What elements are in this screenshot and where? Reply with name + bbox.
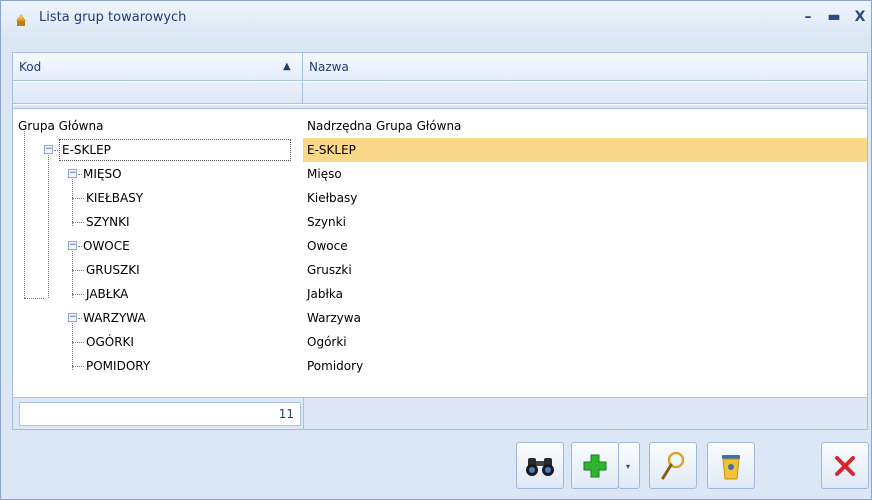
close-button[interactable] <box>821 442 869 489</box>
cell-nazwa: Szynki <box>307 215 346 229</box>
tree-line <box>72 198 84 199</box>
tree-line <box>78 174 82 175</box>
cell-kod: KIEŁBASY <box>13 186 303 210</box>
cell-kod-text: E-SKLEP <box>59 139 291 161</box>
column-header-kod[interactable]: Kod <box>13 53 303 81</box>
column-header-kod-label: Kod <box>19 60 42 74</box>
tree-line <box>78 246 82 247</box>
cell-kod-text: POMIDORY <box>86 359 151 373</box>
grid-divider <box>13 105 867 109</box>
cell-kod: − E-SKLEP <box>13 138 303 162</box>
cell-kod: OGÓRKI <box>13 330 303 354</box>
cell-kod-text: OGÓRKI <box>86 335 134 349</box>
cell-kod: − WARZYWA <box>13 306 303 330</box>
table-row[interactable]: GRUSZKI Gruszki <box>13 258 867 282</box>
cell-nazwa: Mięso <box>307 167 342 181</box>
tree-line <box>72 294 84 295</box>
tree-line <box>54 150 58 151</box>
edit-button[interactable] <box>649 442 697 489</box>
cell-nazwa: Ogórki <box>307 335 347 349</box>
cell-kod-text: GRUSZKI <box>86 263 140 277</box>
magnifier-icon <box>661 451 685 479</box>
cell-kod-text: JABŁKA <box>86 287 129 301</box>
tree-line <box>72 222 84 223</box>
trash-icon <box>722 454 740 479</box>
cell-nazwa: Nadrzędna Grupa Główna <box>307 119 462 133</box>
table-row[interactable]: KIEŁBASY Kiełbasy <box>13 186 867 210</box>
maximize-button[interactable]: ▬ <box>823 7 845 27</box>
find-button[interactable] <box>516 442 564 489</box>
window: Lista grup towarowych – ▬ X Kod ▲ Nazwa <box>0 0 872 500</box>
cell-kod: − OWOCE <box>13 234 303 258</box>
grid-header: Kod ▲ Nazwa <box>13 53 867 81</box>
sort-ascending-icon: ▲ <box>283 61 291 72</box>
table-row[interactable]: JABŁKA Jabłka <box>13 282 867 306</box>
cell-kod-text: SZYNKI <box>86 215 130 229</box>
plus-icon <box>583 454 607 477</box>
title-bar: Lista grup towarowych – ▬ X <box>1 1 871 35</box>
minimize-button[interactable]: – <box>797 7 819 27</box>
cell-kod: Grupa Główna <box>13 114 303 138</box>
group-tree-grid: Kod ▲ Nazwa Grupa Główna Nadrzędna Grupa … <box>12 52 868 430</box>
collapse-icon[interactable]: − <box>68 313 77 322</box>
cell-kod-text: KIEŁBASY <box>86 191 144 205</box>
cell-kod: GRUSZKI <box>13 258 303 282</box>
table-row[interactable]: − MIĘSO Mięso <box>13 162 867 186</box>
cell-kod: JABŁKA <box>13 282 303 306</box>
cell-kod-text: MIĘSO <box>83 167 122 181</box>
cell-nazwa: Warzywa <box>307 311 361 325</box>
chevron-down-icon: ▾ <box>626 462 631 471</box>
column-header-nazwa[interactable]: Nazwa <box>303 53 867 81</box>
filter-kod[interactable] <box>13 82 303 104</box>
table-row[interactable]: − OWOCE Owoce <box>13 234 867 258</box>
filter-nazwa[interactable] <box>303 82 867 104</box>
table-row[interactable]: − WARZYWA Warzywa <box>13 306 867 330</box>
collapse-icon[interactable]: − <box>68 241 77 250</box>
tree-line <box>72 342 84 343</box>
table-row[interactable]: − E-SKLEP E-SKLEP <box>13 138 867 162</box>
cell-kod: − MIĘSO <box>13 162 303 186</box>
cell-nazwa: E-SKLEP <box>303 138 867 162</box>
app-icon <box>16 14 26 26</box>
add-button[interactable] <box>571 442 619 489</box>
table-row[interactable]: OGÓRKI Ogórki <box>13 330 867 354</box>
binoculars-icon <box>526 457 554 476</box>
cell-kod-text: Grupa Główna <box>18 119 104 133</box>
window-title: Lista grup towarowych <box>39 10 187 25</box>
table-row[interactable]: POMIDORY Pomidory <box>13 354 867 378</box>
cell-kod: SZYNKI <box>13 210 303 234</box>
cell-kod-text: WARZYWA <box>83 311 146 325</box>
cell-nazwa: Kiełbasy <box>307 191 358 205</box>
collapse-icon[interactable]: − <box>68 169 77 178</box>
close-x-icon <box>835 455 855 476</box>
close-window-button[interactable]: X <box>849 7 871 27</box>
column-header-nazwa-label: Nazwa <box>309 60 349 74</box>
table-row[interactable]: SZYNKI Szynki <box>13 210 867 234</box>
cell-nazwa: Jabłka <box>307 287 344 301</box>
record-count: 11 <box>19 402 301 426</box>
footer-divider <box>303 398 304 430</box>
cell-kod-text: OWOCE <box>83 239 130 253</box>
cell-kod: POMIDORY <box>13 354 303 378</box>
collapse-icon[interactable]: − <box>44 145 53 154</box>
cell-nazwa: Gruszki <box>307 263 352 277</box>
table-row[interactable]: Grupa Główna Nadrzędna Grupa Główna <box>13 114 867 138</box>
cell-nazwa: Owoce <box>307 239 348 253</box>
delete-button[interactable] <box>707 442 755 489</box>
add-dropdown-button[interactable]: ▾ <box>618 442 640 489</box>
cell-nazwa: Pomidory <box>307 359 364 373</box>
tree-line <box>72 270 84 271</box>
tree-line <box>72 366 84 367</box>
tree-line <box>78 318 82 319</box>
grid-footer: 11 <box>13 397 867 430</box>
filter-row <box>13 82 867 104</box>
